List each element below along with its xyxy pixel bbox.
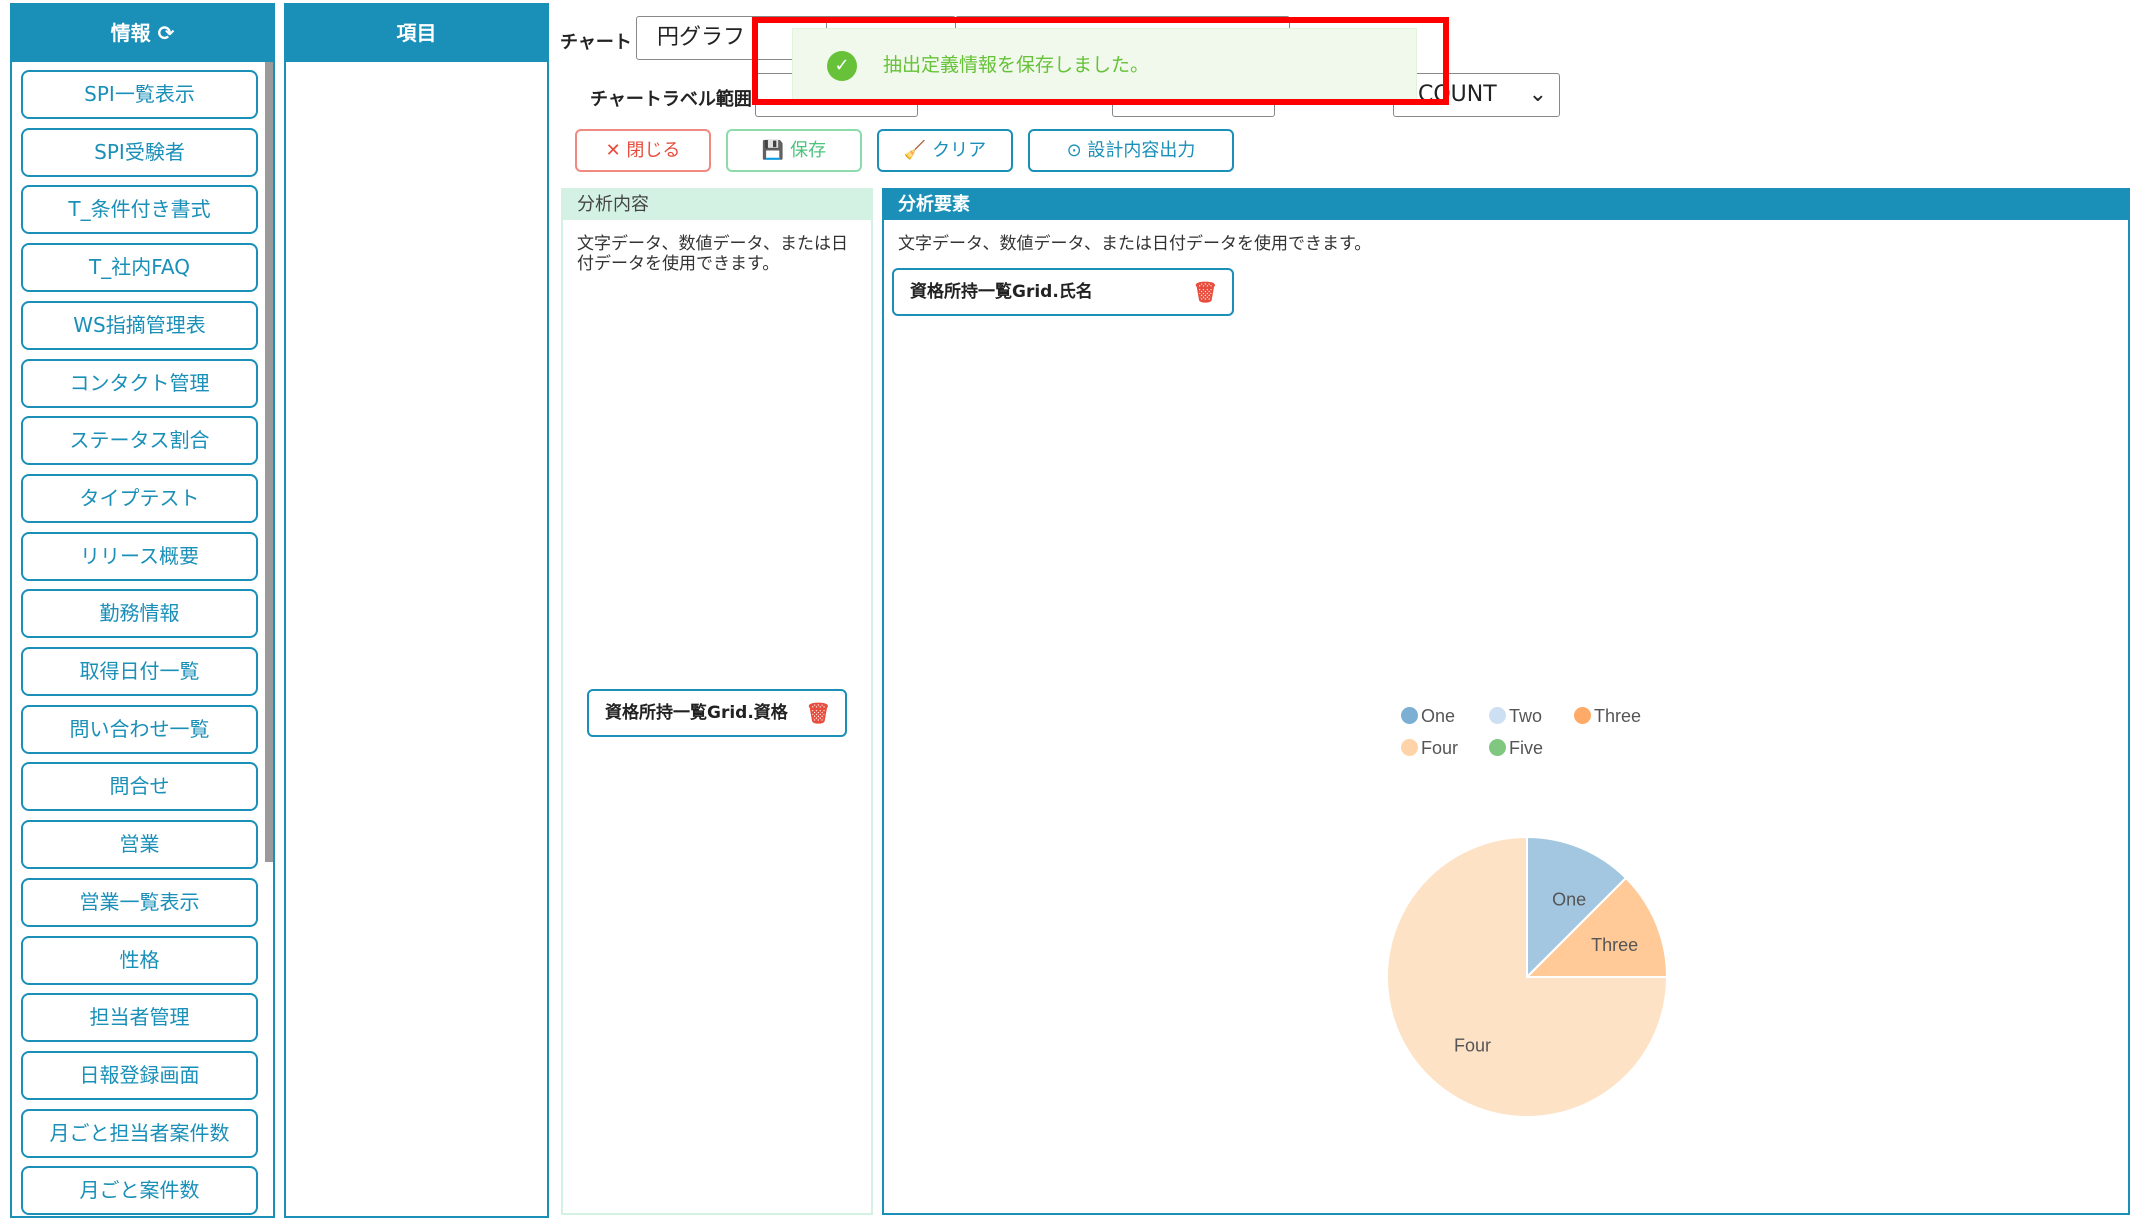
pie-chart: One Three Four xyxy=(1386,835,1669,1118)
pie-label: One xyxy=(1552,889,1586,909)
pie-label: Three xyxy=(1591,935,1638,955)
pie-label: Four xyxy=(1454,1035,1491,1055)
